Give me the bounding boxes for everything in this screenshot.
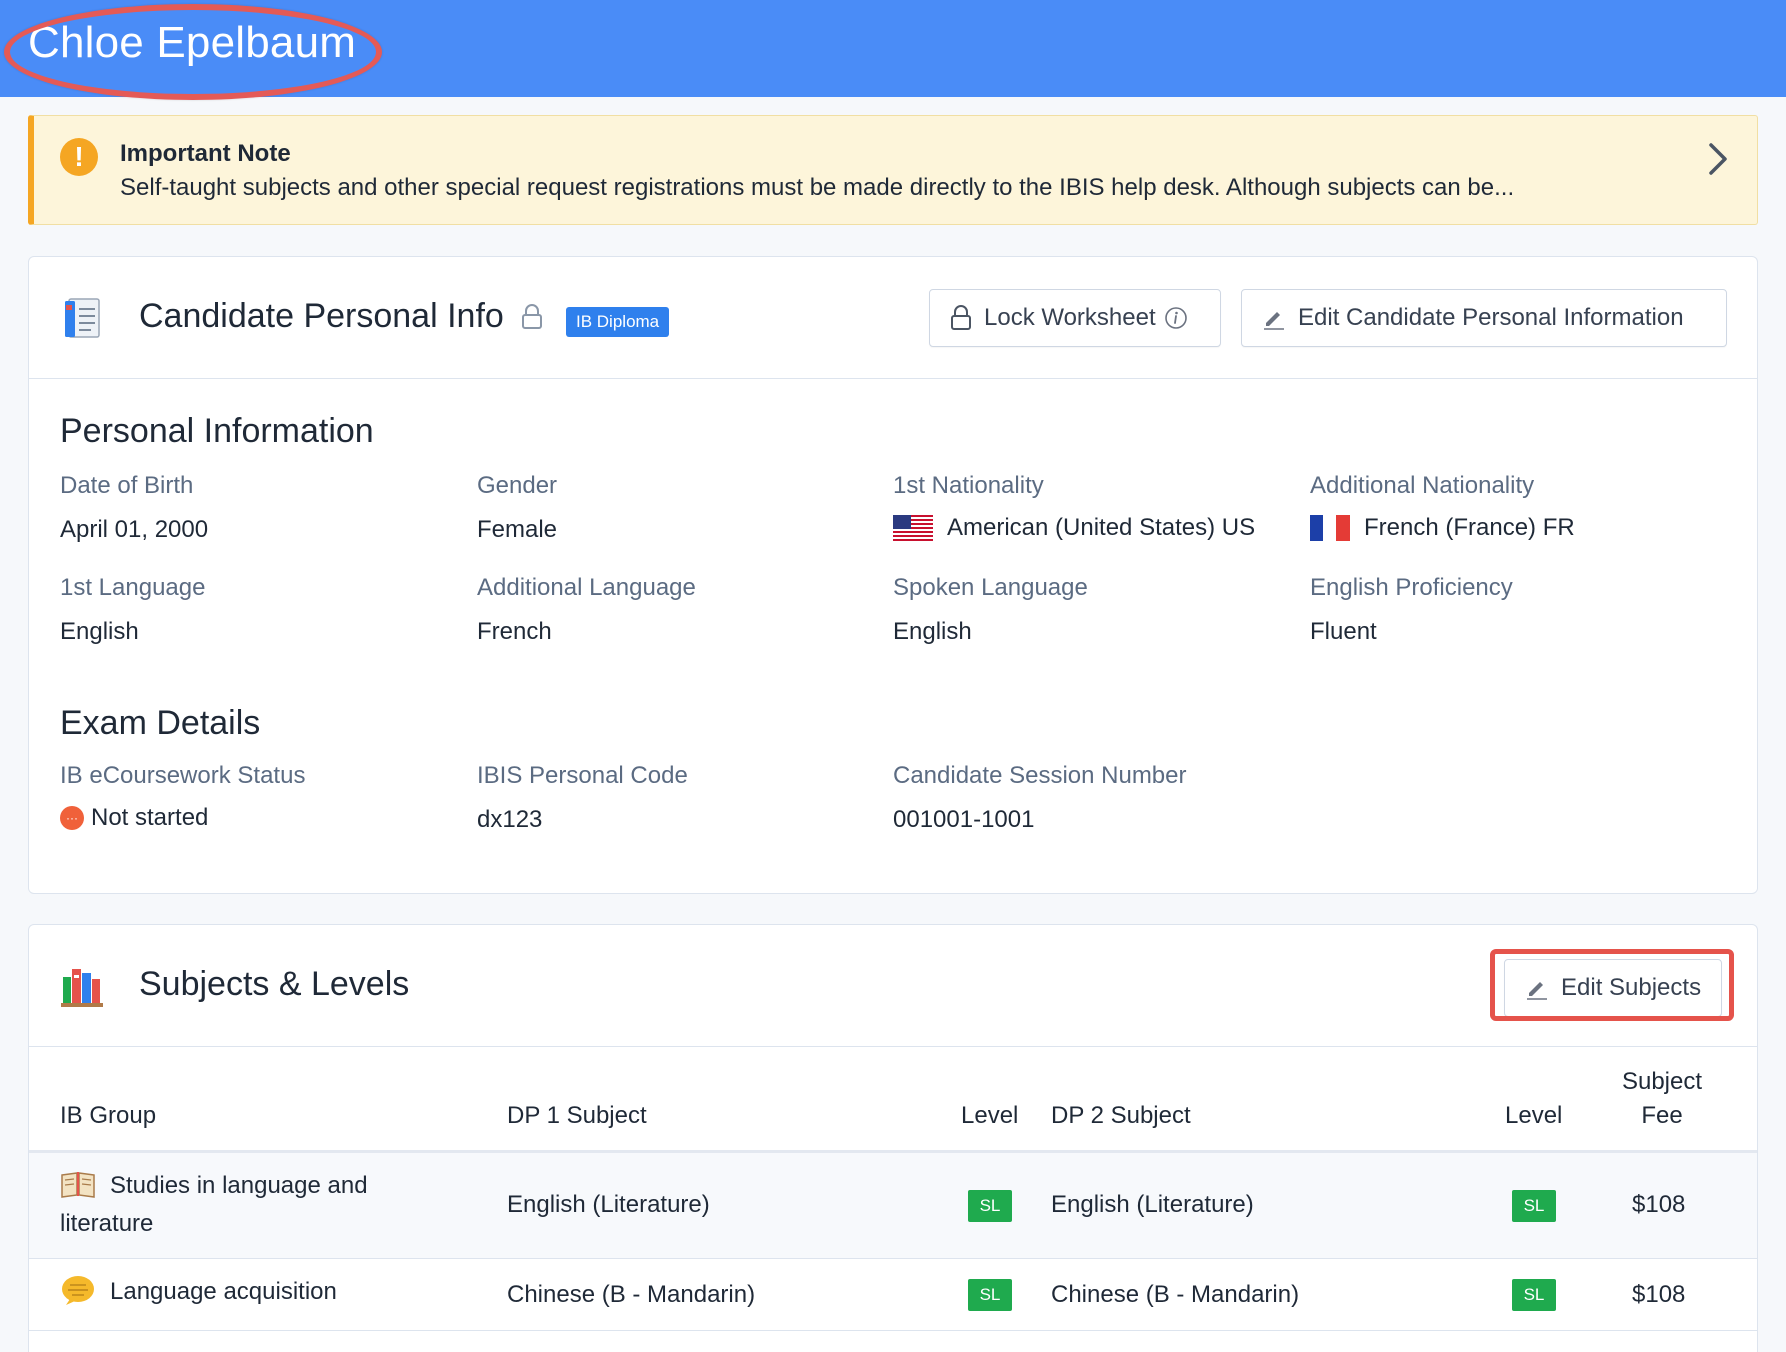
english-proficiency-value: Fluent [1310,618,1377,645]
lock-icon [951,305,971,330]
lock-worksheet-label: Lock Worksheet [984,304,1156,331]
ecoursework-status-text: Not started [91,804,209,831]
subjects-levels-card: Subjects & Levels Edit Subjects IB Group… [28,924,1758,1352]
table-row[interactable]: Studies in language and literature Engli… [29,1153,1757,1259]
notebook-icon [65,298,100,338]
subjects-table-header: IB Group DP 1 Subject Level DP 2 Subject… [29,1047,1757,1153]
session-number-label: Candidate Session Number [893,762,1187,789]
table-row[interactable]: Language acquisition Chinese (B - Mandar… [29,1259,1757,1331]
speech-bubble-icon [62,1276,94,1305]
fr-flag-icon [1310,515,1350,541]
col-subject-fee-line1: Subject [1621,1068,1703,1095]
us-flag-icon [893,515,933,541]
english-proficiency-label: English Proficiency [1310,574,1513,601]
note-body: Self-taught subjects and other special r… [120,174,1515,201]
col-level-2: Level [1505,1102,1563,1129]
ibis-code-value: dx123 [477,806,543,833]
dob-label: Date of Birth [60,472,194,499]
level-badge: SL [1512,1279,1556,1311]
dp2-subject: English (Literature) [1051,1191,1254,1218]
books-icon [61,969,103,1007]
additional-nationality-label: Additional Nationality [1310,472,1535,499]
candidate-personal-info-card: Candidate Personal Info IB Diploma Lock … [28,256,1758,894]
additional-nationality-text: French (France) FR [1364,514,1575,541]
nationality-value: American (United States) US [893,514,1255,542]
level-badge: SL [968,1279,1012,1311]
spoken-language-value: English [893,618,972,645]
top-bar: Chloe Epelbaum [0,0,1786,100]
chevron-right-icon[interactable] [1707,142,1729,183]
card-header: Candidate Personal Info IB Diploma Lock … [29,257,1757,379]
pencil-icon [1527,982,1547,1000]
col-subject-fee-line2: Fee [1641,1102,1683,1129]
spoken-language-label: Spoken Language [893,574,1088,601]
col-dp1-subject: DP 1 Subject [507,1102,647,1129]
edit-subjects-button[interactable]: Edit Subjects [1504,959,1722,1017]
col-ib-group: IB Group [60,1102,157,1129]
subject-fee: $108 [1632,1281,1686,1308]
gender-value: Female [477,516,558,543]
personal-information-heading: Personal Information [60,412,374,450]
additional-language-label: Additional Language [477,574,696,601]
pencil-icon [1264,312,1284,330]
group-name: Studies in language and literature [60,1172,368,1237]
candidate-name: Chloe Epelbaum [28,18,357,67]
col-level-1: Level [961,1102,1019,1129]
session-number-value: 001001-1001 [893,806,1035,833]
group-cell: Language acquisition [60,1273,440,1311]
group-name: Language acquisition [110,1278,337,1305]
card-title: Subjects & Levels [139,965,410,1003]
edit-subjects-label: Edit Subjects [1561,974,1702,1001]
first-language-label: 1st Language [60,574,206,601]
level-badge: SL [1512,1190,1556,1222]
ecoursework-status-value: ··· Not started [60,804,208,832]
gender-label: Gender [477,472,558,499]
card-title: Candidate Personal Info [139,297,504,335]
edit-personal-info-label: Edit Candidate Personal Information [1298,304,1684,331]
subject-fee: $108 [1632,1191,1686,1218]
lock-worksheet-button[interactable]: Lock Worksheet [929,289,1221,347]
lock-icon [522,304,542,329]
nationality-label: 1st Nationality [893,472,1044,499]
open-book-icon [61,1172,95,1198]
col-dp2-subject: DP 2 Subject [1051,1102,1191,1129]
nationality-text: American (United States) US [947,514,1256,541]
dp1-subject: Chinese (B - Mandarin) [507,1281,756,1308]
additional-language-value: French [477,618,552,645]
level-badge: SL [968,1190,1012,1222]
additional-nationality-value: French (France) FR [1310,514,1575,542]
info-icon[interactable] [1164,306,1188,330]
dp1-subject: English (Literature) [507,1191,710,1218]
important-note-banner[interactable]: ! Important Note Self-taught subjects an… [28,115,1758,225]
ibis-code-label: IBIS Personal Code [477,762,688,789]
dob-value: April 01, 2000 [60,516,209,543]
group-cell: Studies in language and literature [60,1167,440,1243]
warning-icon: ! [60,138,98,176]
exam-details-heading: Exam Details [60,704,261,742]
ecoursework-status-label: IB eCoursework Status [60,762,306,789]
status-pending-icon: ··· [60,806,84,830]
dp2-subject: Chinese (B - Mandarin) [1051,1281,1300,1308]
edit-personal-info-button[interactable]: Edit Candidate Personal Information [1241,289,1727,347]
ib-diploma-badge: IB Diploma [566,307,670,337]
first-language-value: English [60,618,139,645]
note-title: Important Note [120,140,291,167]
card-header: Subjects & Levels Edit Subjects [29,925,1757,1047]
